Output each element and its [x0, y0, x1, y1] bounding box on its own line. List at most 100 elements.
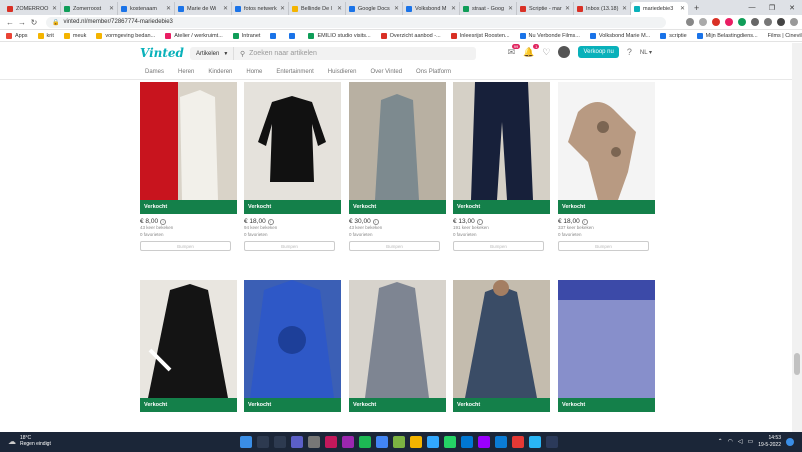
info-icon[interactable]: i [160, 218, 167, 225]
bump-button[interactable]: Bumpen [140, 241, 231, 251]
close-tab-icon[interactable]: ✕ [563, 5, 570, 12]
browser-tab[interactable]: ZOMERROO ✕ [4, 2, 61, 15]
bookmark-item[interactable] [270, 32, 279, 39]
close-tab-icon[interactable]: ✕ [50, 5, 57, 12]
sidebar-icon[interactable] [764, 18, 772, 26]
item-photo[interactable]: Verkocht [244, 82, 341, 214]
star-icon[interactable] [699, 18, 707, 26]
lightroom-icon[interactable] [546, 436, 558, 448]
item-photo[interactable]: Verkocht [244, 280, 341, 412]
bookmark-item[interactable]: Apps [6, 32, 28, 39]
search-input[interactable]: ⚲ Zoeken naar artikelen [234, 47, 476, 60]
close-tab-icon[interactable]: ✕ [449, 5, 456, 12]
start-icon[interactable] [240, 436, 252, 448]
bump-button[interactable]: Bumpen [349, 241, 440, 251]
profile-icon[interactable] [777, 18, 785, 26]
file-explorer-icon[interactable] [410, 436, 422, 448]
category-nav-item[interactable]: Dames [145, 69, 164, 75]
maximize-icon[interactable]: ❐ [762, 4, 782, 12]
item-photo[interactable]: Verkocht [349, 280, 446, 412]
item-card[interactable]: Verkocht [558, 280, 655, 412]
info-icon[interactable]: i [267, 218, 274, 225]
item-card[interactable]: Verkocht [349, 280, 446, 412]
bookmark-item[interactable]: Intranet [232, 32, 260, 39]
close-tab-icon[interactable]: ✕ [392, 5, 399, 12]
extension-icon[interactable] [738, 18, 746, 26]
app-icon[interactable] [512, 436, 524, 448]
bookmark-item[interactable]: vormgeving bedan... [96, 32, 155, 39]
item-photo[interactable]: Verkocht [558, 82, 655, 214]
close-tab-icon[interactable]: ✕ [335, 5, 342, 12]
chevron-up-icon[interactable]: ⌃ [718, 438, 723, 445]
browser-tab[interactable]: Bellinde De l ✕ [289, 2, 346, 15]
info-icon[interactable]: i [581, 218, 588, 225]
item-card[interactable]: Verkocht € 13,00 i 191 keer bekeken 0 fav… [453, 82, 550, 251]
bookmark-item[interactable]: Mijn Belastingdiens... [696, 32, 758, 39]
browser-tab[interactable]: Volksbond M ✕ [403, 2, 460, 15]
category-nav-item[interactable]: Huisdieren [328, 69, 357, 75]
item-card[interactable]: Verkocht [140, 280, 237, 412]
bookmark-item[interactable]: krit [37, 32, 54, 39]
bookmark-item[interactable]: Overzicht aanbod -... [380, 32, 441, 39]
info-icon[interactable]: i [372, 218, 379, 225]
volume-icon[interactable]: ◁ [738, 438, 743, 445]
item-card[interactable]: Verkocht € 30,00 i 43 keer bekeken 0 favo… [349, 82, 446, 251]
browser-tab[interactable]: Inbox (13.18) ✕ [574, 2, 631, 15]
close-tab-icon[interactable]: ✕ [506, 5, 513, 12]
share-icon[interactable] [686, 18, 694, 26]
mail-icon[interactable] [461, 436, 473, 448]
bookmark-item[interactable]: meuk [63, 32, 86, 39]
weather-widget[interactable]: ☁ 18°C Regen eindigt [8, 435, 51, 447]
browser-tab[interactable]: fotos netwerk ✕ [232, 2, 289, 15]
bell-icon[interactable]: 🔔 1 [523, 43, 540, 58]
category-nav-item[interactable]: Entertainment [276, 69, 313, 75]
category-nav-item[interactable]: Over Vinted [370, 69, 402, 75]
language-select[interactable]: NL ▾ [640, 49, 652, 56]
help-icon[interactable]: ? [627, 47, 632, 57]
reload-icon[interactable]: ↻ [28, 18, 40, 27]
extension-icon[interactable] [712, 18, 720, 26]
app-icon[interactable] [308, 436, 320, 448]
back-icon[interactable]: ← [4, 18, 16, 27]
bookmark-item[interactable]: Films | Cineville Villa... [768, 33, 802, 39]
inbox-icon[interactable]: ✉ 99 [508, 43, 521, 58]
item-photo[interactable]: Verkocht [140, 82, 237, 214]
close-tab-icon[interactable]: ✕ [164, 5, 171, 12]
bookmark-item[interactable]: EMILIO studio visits... [308, 32, 371, 39]
photoshop-icon[interactable] [427, 436, 439, 448]
category-nav-item[interactable]: Kinderen [208, 69, 232, 75]
extension-icon[interactable] [725, 18, 733, 26]
scrollbar-thumb[interactable] [794, 353, 800, 375]
app-icon[interactable] [393, 436, 405, 448]
puzzle-icon[interactable] [751, 18, 759, 26]
page-scrollbar[interactable] [792, 43, 802, 432]
item-card[interactable]: Verkocht € 18,00 i 94 keer bekeken 0 favo… [244, 82, 341, 251]
clock[interactable]: 14:53 19-5-2022 [758, 435, 781, 448]
browser-tab[interactable]: Scriptie - mar ✕ [517, 2, 574, 15]
category-select[interactable]: Artikelen ▼ [190, 47, 234, 60]
forward-icon[interactable]: → [16, 18, 28, 27]
bump-button[interactable]: Bumpen [244, 241, 335, 251]
item-photo[interactable]: Verkocht [349, 82, 446, 214]
bookmark-item[interactable]: Nu Verbonde Films... [519, 32, 580, 39]
heart-icon[interactable]: ♡ [542, 47, 550, 58]
minimize-icon[interactable]: — [742, 4, 762, 11]
sell-now-button[interactable]: Verkoop nu [578, 46, 619, 58]
avatar[interactable] [558, 46, 571, 58]
close-window-icon[interactable]: ✕ [782, 4, 802, 12]
close-tab-icon[interactable]: ✕ [278, 5, 285, 12]
bookmark-item[interactable]: Inleesrijst Roosten... [450, 32, 510, 39]
browser-tab[interactable]: mariedebie3 ✕ [631, 2, 688, 15]
bookmark-item[interactable] [289, 32, 298, 39]
bookmark-item[interactable]: scriptie [660, 32, 687, 39]
browser-tab[interactable]: straat - Goog ✕ [460, 2, 517, 15]
category-nav-item[interactable]: Heren [178, 69, 194, 75]
wifi-icon[interactable]: ◠ [728, 438, 733, 445]
close-tab-icon[interactable]: ✕ [221, 5, 228, 12]
whatsapp-icon[interactable] [444, 436, 456, 448]
spotify-icon[interactable] [359, 436, 371, 448]
item-card[interactable]: Verkocht [244, 280, 341, 412]
browser-tab[interactable]: Google Docs ✕ [346, 2, 403, 15]
notification-icon[interactable] [786, 437, 794, 446]
item-photo[interactable]: Verkocht [140, 280, 237, 412]
